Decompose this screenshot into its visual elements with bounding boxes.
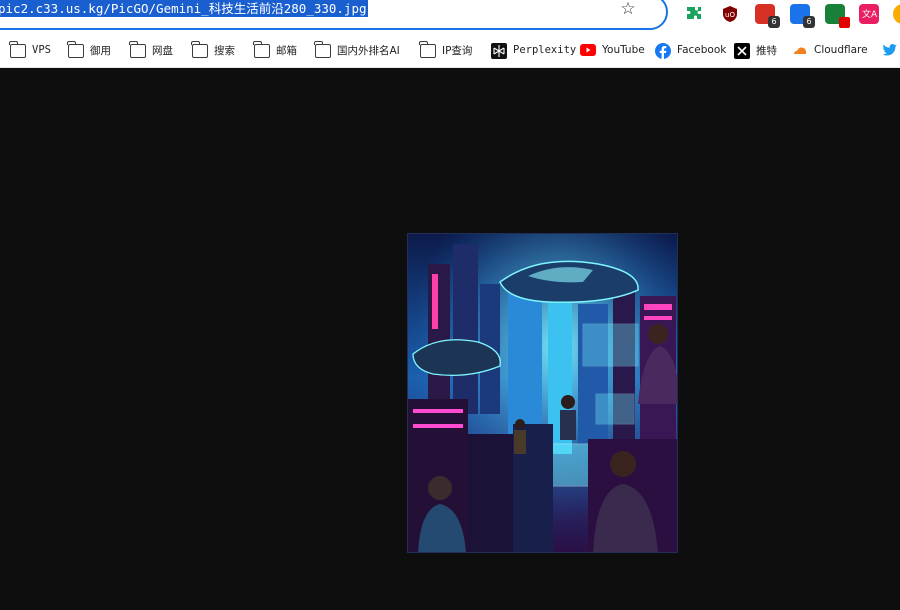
- folder-icon: [253, 41, 270, 58]
- bookmark-label: Facebook: [677, 44, 727, 56]
- svg-text:uO: uO: [725, 11, 735, 19]
- bookmark-star-icon[interactable]: ☆: [618, 0, 638, 19]
- red-dot-icon: [839, 17, 850, 28]
- bookmark-folder-ai-ranking[interactable]: 国内外排名AI: [314, 41, 400, 59]
- bookmark-label: Cloudflare: [814, 44, 868, 56]
- bookmark-folder-ip[interactable]: IP查询: [419, 41, 473, 59]
- cloudflare-icon: [792, 43, 808, 57]
- ublock-extension-icon[interactable]: uO: [720, 4, 740, 24]
- youtube-icon: [580, 43, 596, 57]
- image-viewer: [0, 68, 900, 610]
- bookmark-folder-yuyong[interactable]: 御用: [67, 41, 111, 59]
- orange-extension-icon[interactable]: [893, 4, 900, 24]
- bookmark-label: Perplexity: [513, 44, 577, 56]
- bookmark-folder-search[interactable]: 搜索: [191, 41, 235, 59]
- bookmark-label: 邮箱: [276, 44, 297, 57]
- bookmark-perplexity[interactable]: Perplexity: [491, 41, 576, 59]
- bookmark-x[interactable]: 推特: [734, 41, 777, 59]
- bookmark-facebook[interactable]: Facebook: [655, 41, 726, 59]
- omnibox[interactable]: pic2.c33.us.kg/PicGO/Gemini_科技生活前沿280_33…: [0, 0, 668, 30]
- ublock-icon: uO: [723, 6, 737, 22]
- cyberpunk-city-illustration: [408, 234, 677, 552]
- bookmark-label: 网盘: [152, 44, 173, 57]
- url-text[interactable]: pic2.c33.us.kg/PicGO/Gemini_科技生活前沿280_33…: [0, 0, 368, 17]
- bookmark-label: IP查询: [442, 44, 473, 57]
- folder-icon: [314, 41, 331, 58]
- bookmark-label: 搜索: [214, 44, 235, 57]
- folder-icon: [9, 41, 26, 58]
- bookmark-cloudflare[interactable]: Cloudflare: [792, 41, 868, 59]
- bookmark-label: 国内外排名AI: [337, 44, 400, 57]
- bookmark-twitter[interactable]: [882, 41, 900, 59]
- bookmark-folder-mail[interactable]: 邮箱: [253, 41, 297, 59]
- perplexity-icon: [491, 43, 507, 59]
- x-icon: [734, 43, 750, 59]
- puzzle-icon: [687, 7, 701, 19]
- folder-icon: [67, 41, 84, 58]
- folder-icon: [129, 41, 146, 58]
- bookmark-label: YouTube: [602, 44, 645, 56]
- bookmark-folder-vps[interactable]: VPS: [9, 41, 51, 59]
- bookmark-label: VPS: [32, 44, 51, 56]
- bookmarks-bar: VPS 御用 网盘 搜索 邮箱 国内外排名AI IP查询 Perplexity …: [0, 33, 900, 68]
- folder-icon: [191, 41, 208, 58]
- bookmark-label: 推特: [756, 44, 777, 57]
- extension-badge: 6: [768, 16, 780, 28]
- twitter-bird-icon: [882, 43, 898, 57]
- puzzle-extension-icon[interactable]: [684, 4, 704, 24]
- address-bar-area: 5 pic2.c33.us.kg/PicGO/Gemini_科技生活前沿280_…: [0, 0, 900, 33]
- bookmark-folder-wangpan[interactable]: 网盘: [129, 41, 173, 59]
- folder-icon: [419, 41, 436, 58]
- red-extension-icon[interactable]: 6: [755, 4, 780, 28]
- translate-extension-icon[interactable]: 文A: [859, 4, 879, 24]
- bookmark-label: 御用: [90, 44, 111, 57]
- green-extension-icon[interactable]: [825, 4, 850, 28]
- translate-icon: 文A: [862, 10, 878, 20]
- bookmark-youtube[interactable]: YouTube: [580, 41, 645, 59]
- blue-extension-icon[interactable]: 6: [790, 4, 815, 28]
- extension-badge: 6: [803, 16, 815, 28]
- cyberpunk-city-image[interactable]: [407, 233, 678, 553]
- facebook-icon: [655, 43, 671, 59]
